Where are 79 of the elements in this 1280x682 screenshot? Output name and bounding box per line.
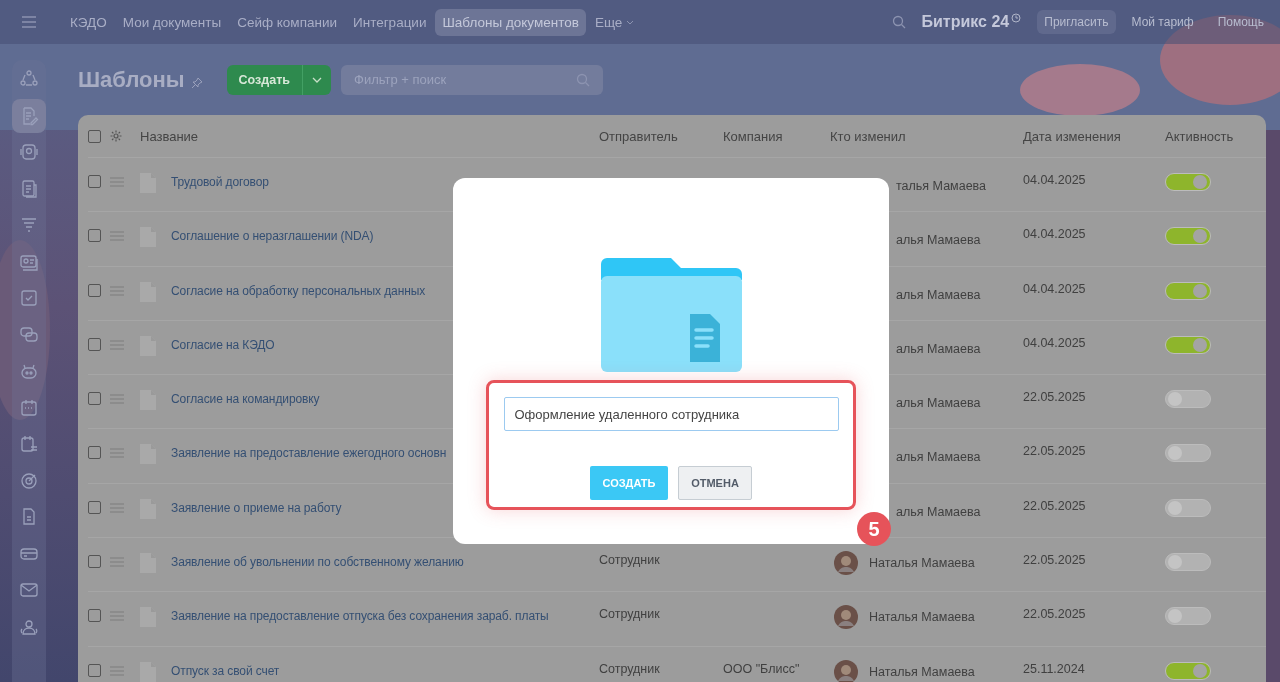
column-header[interactable]: Компания (723, 128, 830, 144)
column-header[interactable]: Дата изменения (1023, 128, 1165, 144)
logo: Битрикс 24 (921, 13, 1010, 31)
user-name[interactable]: алья Мамаева (896, 233, 981, 248)
row-checkbox[interactable] (88, 229, 101, 243)
row-checkbox[interactable] (88, 283, 101, 297)
row-checkbox[interactable] (88, 555, 101, 569)
template-link[interactable]: Заявление об увольнении по собственному желанию (171, 555, 599, 570)
date-cell-text: 04.04.2025 (1023, 227, 1087, 242)
column-header[interactable]: Отправитель (599, 128, 723, 144)
column-header[interactable]: Кто изменил (830, 128, 1023, 144)
date-cell-text: 22.05.2025 (1023, 607, 1087, 622)
folder-document-icon (600, 258, 742, 372)
row-checkbox[interactable] (88, 663, 101, 677)
date-cell-text: 22.05.2025 (1023, 444, 1087, 459)
search-icon[interactable] (576, 72, 590, 87)
search-icon[interactable] (891, 15, 906, 29)
date-cell-text: 04.04.2025 (1023, 173, 1087, 187)
user-name[interactable]: алья Мамаева (896, 504, 981, 519)
user-name[interactable]: Наталья Мамаева (869, 664, 975, 679)
user-name[interactable]: алья Мамаева (896, 341, 981, 356)
date-cell-text: 22.05.2025 (1023, 498, 1087, 513)
caret-icon[interactable] (626, 19, 635, 25)
row-checkbox[interactable] (88, 175, 101, 188)
activity-toggle[interactable] (1165, 607, 1211, 626)
nav-tab[interactable]: Шаблоны документов (435, 8, 586, 36)
date-cell-text: 04.04.2025 (1023, 335, 1087, 350)
create-button[interactable]: СОЗДАТЬ (590, 466, 668, 500)
activity-toggle[interactable] (1165, 335, 1211, 354)
date-cell-text: 22.05.2025 (1023, 553, 1087, 568)
nav-tab[interactable]: Еще (587, 8, 642, 36)
cancel-button[interactable]: ОТМЕНА (678, 466, 752, 500)
user-name[interactable]: талья Мамаева (896, 179, 987, 193)
activity-toggle[interactable] (1165, 227, 1211, 246)
user-name[interactable]: Наталья Мамаева (869, 556, 975, 571)
help-link[interactable]: Помощь (1209, 10, 1272, 34)
page-title: Шаблоны (78, 66, 185, 93)
pin-icon[interactable] (190, 76, 203, 89)
user-name[interactable]: алья Мамаева (896, 396, 981, 411)
clock-icon (1011, 13, 1022, 23)
activity-toggle[interactable] (1165, 173, 1211, 191)
activity-toggle[interactable] (1165, 390, 1211, 409)
date-cell-text: 04.04.2025 (1023, 281, 1087, 296)
company-cell-text: ООО "Блисс" (723, 661, 801, 676)
template-name-field[interactable]: Оформление удаленного сотрудника (503, 397, 839, 431)
template-link[interactable]: Отпуск за свой счет (171, 663, 599, 678)
row-checkbox[interactable] (88, 446, 101, 460)
template-link[interactable]: Заявление на предоставление отпуска без сохранения зараб. платы (171, 609, 599, 624)
sender-cell-text: Сотрудник (599, 661, 661, 676)
sender-cell-text: Сотрудник (599, 607, 661, 622)
create-button[interactable]: Создать (226, 64, 331, 95)
activity-toggle[interactable] (1165, 444, 1211, 463)
nav-tab[interactable]: КЭДО (63, 8, 114, 36)
activity-toggle[interactable] (1165, 661, 1211, 680)
user-name[interactable]: Наталья Мамаева (869, 610, 975, 625)
invite-button[interactable]: Пригласить (1037, 10, 1116, 34)
activity-toggle[interactable] (1165, 498, 1211, 517)
user-name[interactable]: алья Мамаева (896, 450, 981, 465)
step-badge: 5 (857, 512, 891, 546)
nav-tab[interactable]: Мои документы (115, 8, 229, 36)
row-checkbox[interactable] (88, 500, 101, 514)
activity-toggle[interactable] (1165, 281, 1211, 300)
activity-toggle[interactable] (1165, 553, 1211, 572)
column-header[interactable]: Активность (1165, 128, 1266, 144)
date-cell-text: 25.11.2024 (1023, 661, 1086, 676)
user-name[interactable]: алья Мамаева (896, 287, 981, 302)
menu-icon[interactable] (21, 16, 37, 28)
select-all-checkbox[interactable] (88, 129, 101, 143)
nav-tab[interactable]: Сейф компании (230, 8, 344, 36)
settings-icon[interactable] (110, 130, 122, 142)
date-cell-text: 22.05.2025 (1023, 390, 1087, 405)
tariff-link[interactable]: Мой тариф (1123, 10, 1202, 34)
nav-tab[interactable]: Интеграции (346, 8, 434, 36)
row-checkbox[interactable] (88, 609, 101, 623)
row-checkbox[interactable] (88, 337, 101, 351)
row-checkbox[interactable] (88, 392, 101, 406)
document-edit-icon[interactable] (12, 98, 46, 133)
sender-cell-text: Сотрудник (599, 553, 661, 568)
column-header[interactable]: Название (140, 128, 599, 144)
